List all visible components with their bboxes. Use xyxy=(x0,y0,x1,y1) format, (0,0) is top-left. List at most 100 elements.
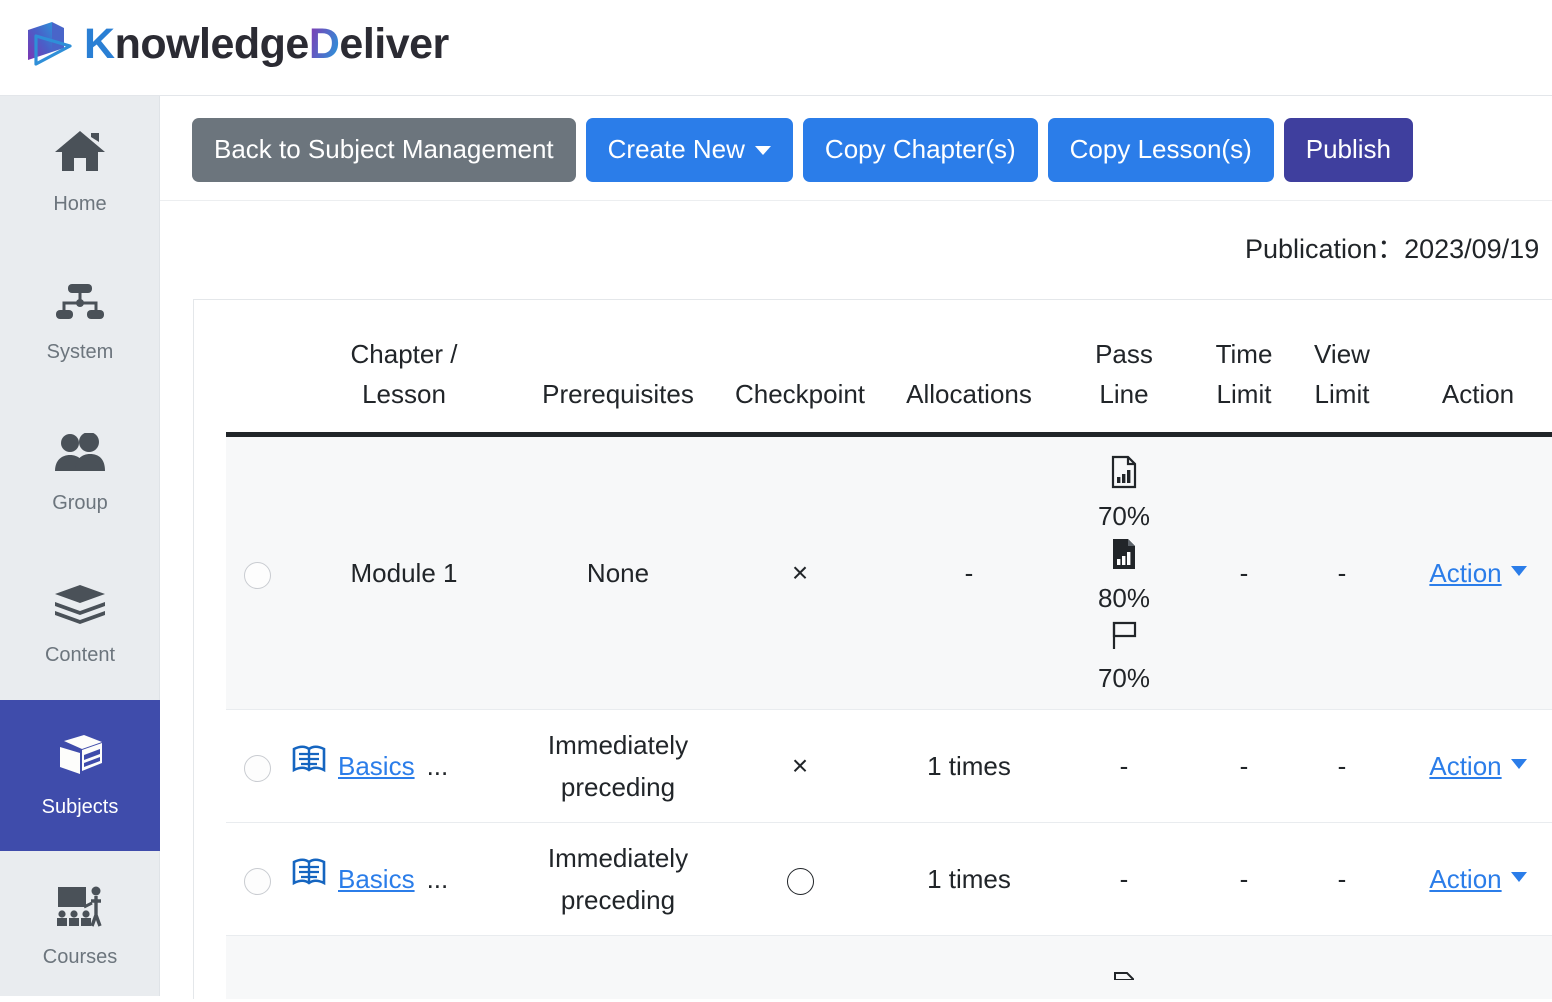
row-action-link[interactable]: Action xyxy=(1429,745,1501,787)
lesson-name-link[interactable]: Basics xyxy=(338,745,415,787)
brand-name-d: D xyxy=(308,20,340,68)
table-row[interactable]: Module 1 None × - 70% 80% 70% - - Action xyxy=(226,434,1552,710)
row-checkpoint xyxy=(716,822,884,936)
sidebar: Home System Group Content Subjects Cours… xyxy=(0,96,160,996)
button-label: Create New xyxy=(607,134,745,164)
row-action-link[interactable]: Action xyxy=(1429,858,1501,900)
row-lesson-title[interactable]: Basics ... xyxy=(288,822,520,936)
sidebar-item-group[interactable]: Group xyxy=(0,398,160,549)
sidebar-item-label: Subjects xyxy=(41,796,119,818)
sidebar-item-label: Home xyxy=(53,193,107,215)
row-allocations: 1 times xyxy=(884,822,1054,936)
sidebar-item-home[interactable]: Home xyxy=(0,96,160,247)
pass-line-value: 80% xyxy=(1097,583,1151,613)
layers-icon xyxy=(53,583,107,630)
header-line-1: View xyxy=(1314,339,1370,369)
lesson-name-ellipsis: ... xyxy=(426,864,449,894)
table-row[interactable]: Basics ... Immediately preceding × 1 tim… xyxy=(226,709,1552,823)
row-action-cell[interactable]: Action xyxy=(1390,709,1552,823)
row-lesson-title[interactable]: Basics ... xyxy=(288,709,520,823)
row-prerequisites: Immediately preceding xyxy=(520,709,716,823)
chapter-lesson-table: Chapter / Lesson Prerequisites Checkpoin… xyxy=(226,300,1552,999)
copy-chapters-button[interactable]: Copy Chapter(s) xyxy=(802,118,1038,182)
row-prerequisites: None xyxy=(520,434,716,710)
books-icon xyxy=(54,733,106,782)
classroom-icon xyxy=(53,885,107,932)
prerequisites-line-1: Immediately xyxy=(547,730,689,760)
row-checkpoint: × xyxy=(716,434,884,710)
row-select-cell[interactable] xyxy=(226,434,288,710)
table-row-partial[interactable] xyxy=(226,935,1552,999)
prerequisites-line-2: preceding xyxy=(560,885,676,915)
button-label: Copy Lesson(s) xyxy=(1069,134,1252,164)
row-checkpoint: × xyxy=(716,709,884,823)
row-action-cell[interactable]: Action xyxy=(1390,434,1552,710)
checkpoint-circle-icon xyxy=(786,867,814,895)
open-book-icon xyxy=(292,745,326,787)
column-header-select xyxy=(226,300,288,437)
row-select-cell[interactable] xyxy=(226,709,288,823)
button-label: Back to Subject Management xyxy=(214,134,554,164)
copy-lessons-button[interactable]: Copy Lesson(s) xyxy=(1047,118,1274,182)
header-line-2: Lesson xyxy=(362,379,446,409)
create-new-button[interactable]: Create New xyxy=(585,118,793,182)
users-icon xyxy=(54,432,106,478)
button-label: Publish xyxy=(1305,134,1392,164)
cross-icon: × xyxy=(791,557,809,588)
sidebar-item-system[interactable]: System xyxy=(0,247,160,398)
row-radio-button[interactable] xyxy=(243,561,271,589)
sidebar-item-subjects[interactable]: Subjects xyxy=(0,700,160,851)
row-allocations: 1 times xyxy=(884,709,1054,823)
chevron-down-icon xyxy=(754,146,771,155)
column-header-view-limit: View Limit xyxy=(1294,300,1390,437)
sidebar-item-courses[interactable]: Courses xyxy=(0,851,160,1002)
lesson-name-link[interactable]: Basics xyxy=(338,858,415,900)
chevron-down-icon[interactable] xyxy=(1510,759,1527,769)
main-content: Back to Subject Management Create New Co… xyxy=(160,96,1552,999)
row-action-link[interactable]: Action xyxy=(1429,552,1501,594)
home-icon xyxy=(53,128,107,179)
pass-line-value: 70% xyxy=(1097,663,1151,693)
column-header-allocations: Allocations xyxy=(884,300,1054,437)
publication-date: Publication：2023/09/19 xyxy=(1245,234,1540,264)
row-time-limit: - xyxy=(1194,434,1294,710)
row-view-limit: - xyxy=(1294,709,1390,823)
header-line-1: Chapter / xyxy=(350,339,458,369)
brand-logo[interactable]: KnowledgeDeliver xyxy=(22,18,449,70)
column-header-pass-line: Pass Line xyxy=(1054,300,1194,437)
row-time-limit: - xyxy=(1194,822,1294,936)
brand-name-tail: eliver xyxy=(339,20,449,68)
lesson-name-ellipsis: ... xyxy=(426,751,449,781)
column-header-chapter-lesson: Chapter / Lesson xyxy=(288,300,520,437)
row-chapter-title: Module 1 xyxy=(288,434,520,710)
row-radio-button[interactable] xyxy=(243,754,271,782)
row-view-limit: - xyxy=(1294,434,1390,710)
cross-icon: × xyxy=(791,750,809,781)
header-line-2: Line xyxy=(1099,379,1149,409)
row-radio-button[interactable] xyxy=(243,867,271,895)
table-row[interactable]: Basics ... Immediately preceding 1 times… xyxy=(226,822,1552,936)
action-toolbar: Back to Subject Management Create New Co… xyxy=(160,96,1552,201)
brand-name: KnowledgeDeliver xyxy=(84,18,449,70)
column-header-prerequisites: Prerequisites xyxy=(520,300,716,437)
header-line-2: Limit xyxy=(1314,379,1370,409)
chapter-lesson-card: Chapter / Lesson Prerequisites Checkpoin… xyxy=(193,299,1552,999)
sidebar-item-label: System xyxy=(46,341,114,363)
chevron-down-icon[interactable] xyxy=(1510,566,1527,576)
button-label: Copy Chapter(s) xyxy=(824,134,1016,164)
column-header-time-limit: Time Limit xyxy=(1194,300,1294,437)
column-header-action: Action xyxy=(1390,300,1552,437)
book-play-logo-icon xyxy=(22,18,78,70)
back-to-subject-management-button[interactable]: Back to Subject Management xyxy=(192,118,576,182)
sidebar-item-content[interactable]: Content xyxy=(0,549,160,700)
row-select-cell[interactable] xyxy=(226,822,288,936)
sidebar-item-label: Courses xyxy=(42,946,118,968)
header-line-1: Pass xyxy=(1095,339,1153,369)
row-pass-line: 70% 80% 70% xyxy=(1054,434,1194,710)
row-action-cell[interactable]: Action xyxy=(1390,822,1552,936)
publish-button[interactable]: Publish xyxy=(1283,118,1414,182)
sitemap-icon xyxy=(55,282,105,327)
chevron-down-icon[interactable] xyxy=(1510,872,1527,882)
row-allocations: - xyxy=(884,434,1054,710)
app-header: KnowledgeDeliver xyxy=(0,0,1552,96)
